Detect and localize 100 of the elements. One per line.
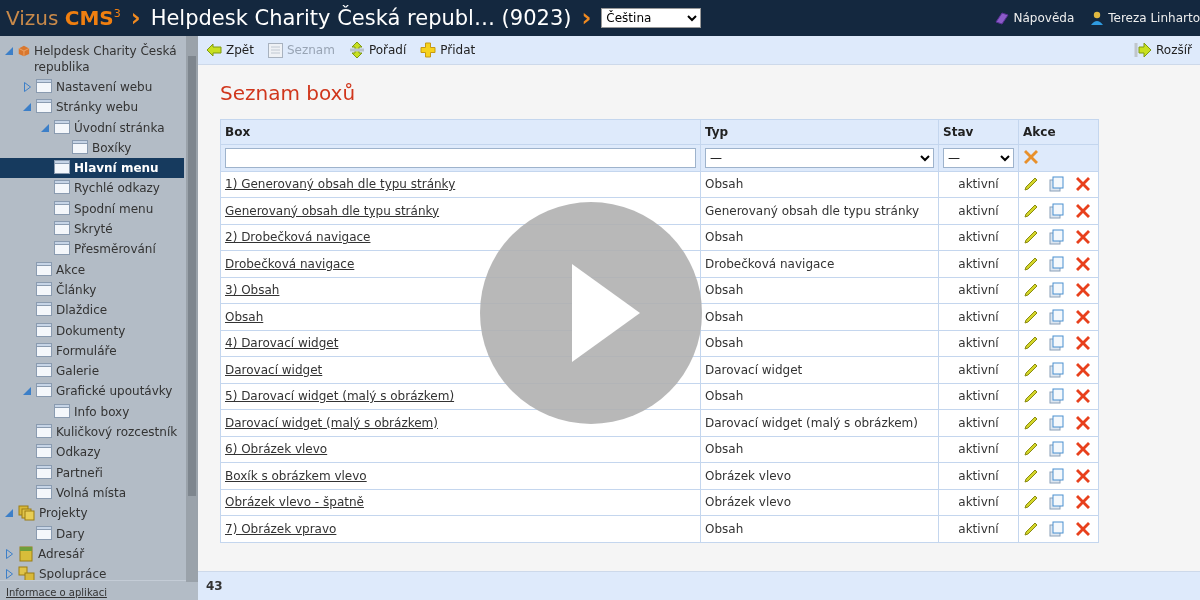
tree-item[interactable]: Projekty	[0, 503, 184, 524]
collapsed-triangle-icon[interactable]	[5, 569, 13, 580]
box-link[interactable]: Obsah	[225, 309, 264, 324]
copy-icon[interactable]	[1049, 520, 1065, 537]
type-filter-select[interactable]: —	[705, 147, 934, 168]
collapsed-triangle-icon[interactable]	[5, 548, 13, 559]
pencil-icon[interactable]	[1023, 388, 1039, 405]
pencil-icon[interactable]	[1023, 494, 1039, 511]
toolbar-button[interactable]: Pořadí	[348, 42, 407, 58]
tree-item[interactable]: Dlaždice	[0, 300, 184, 321]
tree-item[interactable]: Helpdesk Charity Česká republika	[0, 41, 184, 77]
tree-item[interactable]: Spodní menu	[0, 198, 184, 220]
pencil-icon[interactable]	[1023, 467, 1039, 484]
copy-icon[interactable]	[1049, 308, 1065, 325]
copy-icon[interactable]	[1049, 494, 1065, 511]
delete-icon[interactable]	[1075, 494, 1091, 511]
tree-item[interactable]: Volná místa	[0, 482, 184, 504]
box-link[interactable]: 7) Obrázek vpravo	[225, 521, 337, 536]
box-link[interactable]: Boxík s obrázkem vlevo	[225, 468, 367, 483]
pencil-icon[interactable]	[1023, 255, 1039, 272]
delete-icon[interactable]	[1075, 282, 1091, 299]
tree-item[interactable]: Formuláře	[0, 340, 184, 362]
expanded-triangle-icon[interactable]	[5, 509, 13, 518]
toolbar-button[interactable]: Rozšíř	[1134, 42, 1192, 58]
logo[interactable]: Vizus CMS$^{3}$	[6, 6, 121, 30]
copy-icon[interactable]	[1049, 388, 1065, 405]
expanded-triangle-icon[interactable]	[5, 47, 13, 55]
delete-icon[interactable]	[1075, 255, 1091, 272]
tree-item[interactable]: Hlavní menu	[0, 158, 184, 179]
app-info-link[interactable]: Informace o aplikaci	[6, 587, 107, 598]
tree-item[interactable]: Odkazy	[0, 442, 184, 463]
clear-filter-icon[interactable]	[1023, 148, 1039, 165]
tree-item[interactable]: Úvodní stránka	[0, 117, 184, 138]
copy-icon[interactable]	[1049, 176, 1065, 193]
tree-item[interactable]: Akce	[0, 259, 184, 280]
pencil-icon[interactable]	[1023, 176, 1039, 193]
pencil-icon[interactable]	[1023, 361, 1039, 378]
pencil-icon[interactable]	[1023, 202, 1039, 219]
box-link[interactable]: Darovací widget	[225, 362, 323, 377]
toolbar-button[interactable]: Přidat	[420, 42, 476, 58]
tree-item[interactable]: Nastavení webu	[0, 77, 184, 98]
pencil-icon[interactable]	[1023, 335, 1039, 352]
box-link[interactable]: 6) Obrázek vlevo	[225, 442, 328, 457]
collapsed-triangle-icon[interactable]	[23, 82, 31, 92]
delete-icon[interactable]	[1075, 388, 1091, 405]
copy-icon[interactable]	[1049, 414, 1065, 431]
pencil-icon[interactable]	[1023, 441, 1039, 458]
tree-item[interactable]: Grafické upoutávky	[0, 381, 184, 402]
delete-icon[interactable]	[1075, 441, 1091, 458]
box-link[interactable]: 3) Obsah	[225, 283, 280, 298]
tree-item[interactable]: Partneři	[0, 462, 184, 483]
tree-item[interactable]: Dokumenty	[0, 320, 184, 341]
pencil-icon[interactable]	[1023, 520, 1039, 537]
tree-item[interactable]: Stránky webu	[0, 97, 184, 118]
delete-icon[interactable]	[1075, 202, 1091, 219]
column-header[interactable]: Typ	[700, 119, 939, 145]
box-link[interactable]: 2) Drobečková navigace	[225, 230, 371, 245]
column-header[interactable]: Akce	[1018, 119, 1099, 145]
box-filter-field[interactable]	[225, 147, 696, 168]
copy-icon[interactable]	[1049, 282, 1065, 299]
delete-icon[interactable]	[1075, 229, 1091, 246]
tree-item[interactable]: Články	[0, 279, 184, 301]
copy-icon[interactable]	[1049, 441, 1065, 458]
tree-item[interactable]: Spolupráce	[0, 564, 184, 580]
user-link[interactable]: Tereza Linharto	[1090, 11, 1200, 25]
tree-item[interactable]: Kuličkový rozcestník	[0, 422, 184, 443]
pencil-icon[interactable]	[1023, 229, 1039, 246]
pencil-icon[interactable]	[1023, 308, 1039, 325]
tree-item[interactable]: Boxíky	[0, 137, 184, 159]
delete-icon[interactable]	[1075, 308, 1091, 325]
delete-icon[interactable]	[1075, 335, 1091, 352]
column-header[interactable]: Stav	[938, 119, 1019, 145]
delete-icon[interactable]	[1075, 361, 1091, 378]
expanded-triangle-icon[interactable]	[23, 387, 31, 396]
tree-item[interactable]: Dary	[0, 523, 184, 544]
scrollbar[interactable]	[186, 36, 198, 582]
copy-icon[interactable]	[1049, 255, 1065, 272]
tree-item[interactable]: Galerie	[0, 361, 184, 382]
delete-icon[interactable]	[1075, 520, 1091, 537]
copy-icon[interactable]	[1049, 229, 1065, 246]
status-filter-select[interactable]: —	[943, 147, 1014, 168]
pencil-icon[interactable]	[1023, 414, 1039, 431]
tree-item[interactable]: Adresář	[0, 543, 184, 565]
box-link[interactable]: 4) Darovací widget	[225, 336, 339, 351]
copy-icon[interactable]	[1049, 335, 1065, 352]
box-link[interactable]: Drobečková navigace	[225, 256, 355, 271]
box-link[interactable]: Obrázek vlevo - špatně	[225, 495, 364, 510]
expanded-triangle-icon[interactable]	[41, 123, 49, 132]
toolbar-button[interactable]: Zpět	[206, 43, 254, 57]
expanded-triangle-icon[interactable]	[23, 103, 31, 112]
copy-icon[interactable]	[1049, 467, 1065, 484]
delete-icon[interactable]	[1075, 414, 1091, 431]
delete-icon[interactable]	[1075, 176, 1091, 193]
column-header[interactable]: Box	[220, 119, 701, 145]
pencil-icon[interactable]	[1023, 282, 1039, 299]
tree-item[interactable]: Skryté	[0, 219, 184, 240]
delete-icon[interactable]	[1075, 467, 1091, 484]
tree-item[interactable]: Rychlé odkazy	[0, 178, 184, 199]
copy-icon[interactable]	[1049, 361, 1065, 378]
tree-item[interactable]: Info boxy	[0, 401, 184, 423]
